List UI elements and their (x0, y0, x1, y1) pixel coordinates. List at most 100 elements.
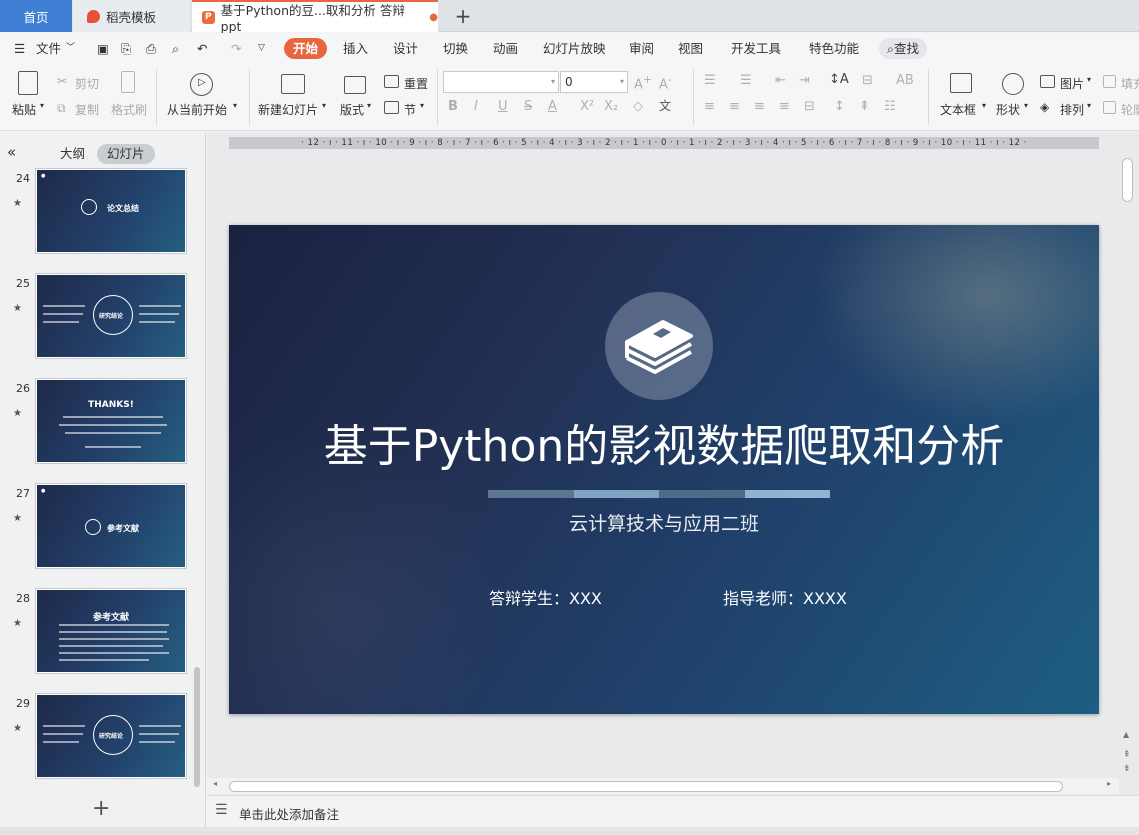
picture-button[interactable]: 图片 (1060, 75, 1084, 92)
slide-thumbnail[interactable]: 26 ★ THANKS! (0, 378, 200, 464)
outline-button[interactable]: 轮廓 (1121, 101, 1139, 118)
bullets-icon[interactable]: ☰ (704, 73, 716, 88)
tab-outline[interactable]: 大纲 (60, 144, 85, 164)
scroll-left-icon[interactable]: ◂ (213, 779, 217, 788)
horizontal-scroll-thumb[interactable] (229, 781, 1063, 792)
undo-icon[interactable]: ↶ (197, 38, 207, 59)
from-current-button[interactable]: 从当前开始 (167, 101, 227, 118)
print-preview-icon[interactable]: ⌕ (172, 38, 179, 59)
cut-button[interactable]: 剪切 (75, 75, 99, 92)
tab-template-label: 稻壳模板 (106, 9, 157, 25)
print-icon[interactable]: ⎙ (146, 38, 156, 59)
menu-animations[interactable]: 动画 (493, 38, 518, 59)
menu-special[interactable]: 特色功能 (809, 38, 859, 59)
justify-icon[interactable]: ≡ (779, 99, 790, 114)
line-spacing-icon[interactable]: ↕A (829, 72, 849, 87)
layout-button[interactable]: 版式 (340, 101, 364, 118)
shape-button[interactable]: 形状 (996, 101, 1020, 118)
slide-teacher[interactable]: 指导老师：XXXX (723, 585, 847, 609)
shrink-font-icon[interactable]: A- (659, 73, 672, 92)
decrease-indent-icon[interactable]: ⇤ (775, 73, 786, 88)
section-button[interactable]: 节 (404, 101, 416, 118)
menu-slideshow[interactable]: 幻灯片放映 (543, 38, 606, 59)
strikethrough-icon[interactable]: S (524, 99, 532, 114)
paste-dropdown-icon: ▾ (40, 101, 45, 110)
reset-button[interactable]: 重置 (404, 75, 428, 92)
subscript-icon[interactable]: X₂ (604, 99, 618, 114)
slide-thumbnail[interactable]: 29 ★ 研究结论 (0, 693, 200, 779)
next-slide-icon[interactable]: ⇟ (1123, 764, 1131, 774)
grow-font-icon[interactable]: A+ (634, 73, 652, 92)
quick-access-dropdown-icon[interactable]: ▽ (258, 38, 265, 59)
columns-icon[interactable]: AB (896, 73, 914, 88)
slide-student[interactable]: 答辩学生：XXX (489, 585, 602, 609)
vertical-scroll-thumb[interactable] (1122, 158, 1133, 202)
arrange-button[interactable]: 排列 (1060, 101, 1084, 118)
slide-thumbnail[interactable]: 28 ★ 参考文献 (0, 588, 200, 674)
notes-pane[interactable]: ☰ 单击此处添加备注 (207, 795, 1139, 827)
format-painter-button[interactable]: 格式刷 (111, 101, 147, 118)
redo-icon[interactable]: ↷ (231, 38, 241, 59)
scroll-right-icon[interactable]: ▸ (1107, 779, 1111, 788)
italic-icon[interactable]: I (474, 99, 478, 114)
add-slide-button[interactable]: + (92, 796, 110, 821)
tab-home[interactable]: 首页 (0, 0, 72, 32)
menu-insert[interactable]: 插入 (343, 38, 368, 59)
align-center-icon[interactable]: ≡ (729, 99, 740, 114)
textbox-button[interactable]: 文本框 (940, 101, 976, 118)
tab-document[interactable]: P 基于Python的豆...取和分析 答辩ppt ● (192, 0, 438, 34)
menu-transitions[interactable]: 切换 (443, 38, 468, 59)
menu-start[interactable]: 开始 (284, 38, 328, 59)
text-direction-icon[interactable]: ⊟ (862, 73, 873, 88)
slide-number: 26 (16, 382, 30, 395)
horizontal-scrollbar[interactable]: ◂ ▸ (207, 778, 1119, 794)
font-name-select[interactable]: ▾ (443, 71, 559, 93)
increase-indent-icon[interactable]: ⇥ (799, 73, 810, 88)
slide-title[interactable]: 基于Python的影视数据爬取和分析 (229, 410, 1099, 474)
scroll-up-icon[interactable]: ▲ (1123, 730, 1129, 739)
menu-view[interactable]: 视图 (678, 38, 703, 59)
menu-design[interactable]: 设计 (393, 38, 418, 59)
chevron-down-icon[interactable]: ﹀ (66, 38, 75, 59)
superscript-icon[interactable]: X² (580, 99, 594, 114)
underline-icon[interactable]: U (498, 99, 508, 114)
numbering-icon[interactable]: ☰ (740, 73, 752, 88)
save-icon[interactable]: ▣ (97, 38, 109, 59)
slide-subtitle[interactable]: 云计算技术与应用二班 (229, 509, 1099, 536)
slide-thumbnail[interactable]: 27 ★ ● 参考文献 (0, 483, 200, 569)
align-left-icon[interactable]: ≡ (704, 99, 715, 114)
vertical-align-icon[interactable]: ⇞ (859, 99, 870, 114)
menu-review[interactable]: 审阅 (629, 38, 654, 59)
new-slide-button[interactable]: 新建幻灯片 (258, 101, 318, 118)
menu-developer[interactable]: 开发工具 (731, 38, 781, 59)
eraser-icon[interactable]: ◇ (633, 99, 643, 114)
font-color-icon[interactable]: A (548, 99, 557, 114)
panel-scrollbar[interactable] (194, 667, 200, 787)
new-slide-icon (281, 74, 305, 94)
search-label: 查找 (894, 41, 920, 56)
search-button[interactable]: ⌕查找 (879, 38, 928, 59)
notes-placeholder[interactable]: 单击此处添加备注 (239, 804, 339, 823)
copy-button[interactable]: 复制 (75, 101, 99, 118)
font-size-select[interactable]: 0 ▾ (560, 71, 628, 93)
prev-slide-icon[interactable]: ⇞ (1123, 750, 1131, 760)
distribute-icon[interactable]: ⊟ (804, 99, 815, 114)
bold-icon[interactable]: B (448, 99, 458, 114)
new-tab-button[interactable]: + (450, 0, 476, 32)
text-settings-icon[interactable]: ☷ (884, 99, 896, 114)
tab-slides[interactable]: 幻灯片 (97, 144, 155, 164)
export-icon[interactable]: ⎘ (121, 38, 131, 59)
fill-button[interactable]: 填充 (1121, 75, 1139, 92)
phonetic-guide-icon[interactable]: 文 (659, 97, 671, 114)
vertical-scrollbar[interactable]: ▲ ⇞ ⇟ (1119, 152, 1135, 774)
align-right-icon[interactable]: ≡ (754, 99, 765, 114)
tab-template[interactable]: 稻壳模板 (73, 0, 190, 32)
slide-thumbnail[interactable]: 25 ★ 研究结论 (0, 273, 200, 359)
paragraph-spacing-icon[interactable]: ↕ (834, 99, 845, 114)
slide-thumbnail[interactable]: 24 ★ ● 论文总结 (0, 168, 200, 254)
collapse-panel-icon[interactable]: « (7, 142, 16, 162)
format-painter-icon (121, 71, 135, 93)
current-slide[interactable]: 基于Python的影视数据爬取和分析 云计算技术与应用二班 答辩学生：XXX 指… (229, 225, 1099, 714)
hamburger-icon[interactable]: ☰ (14, 38, 25, 59)
menu-file[interactable]: 文件 (36, 38, 61, 59)
